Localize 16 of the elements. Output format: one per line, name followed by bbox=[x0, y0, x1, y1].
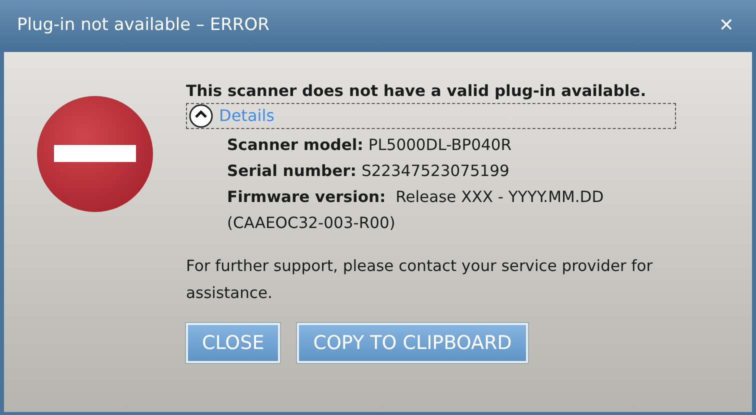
field-value: S22347523075199 bbox=[361, 161, 510, 182]
close-button[interactable]: ✕ bbox=[718, 17, 734, 35]
details-toggle[interactable]: Details bbox=[186, 103, 676, 129]
dialog-button[interactable]: COPY TO CLIPBOARD bbox=[297, 323, 528, 363]
field-value: PL5000DL-BP040R bbox=[368, 135, 512, 156]
error-message: This scanner does not have a valid plug-in available. bbox=[186, 81, 648, 102]
dialog-button[interactable]: CLOSE bbox=[186, 323, 280, 363]
field-value: (CAAEOC32-003-R00) bbox=[227, 213, 396, 234]
field-label: Scanner model: bbox=[227, 135, 364, 156]
field-label: Firmware version: bbox=[227, 187, 386, 208]
support-text: For further support, please contact your service provider for assistance. bbox=[186, 256, 654, 304]
error-icon bbox=[36, 95, 154, 213]
chevron-icon bbox=[189, 104, 213, 128]
window-title: Plug-in not available – ERROR bbox=[17, 14, 270, 38]
field-label: Serial number: bbox=[227, 161, 356, 182]
field-value: Release XXX - YYYY.MM.DD bbox=[394, 187, 604, 208]
